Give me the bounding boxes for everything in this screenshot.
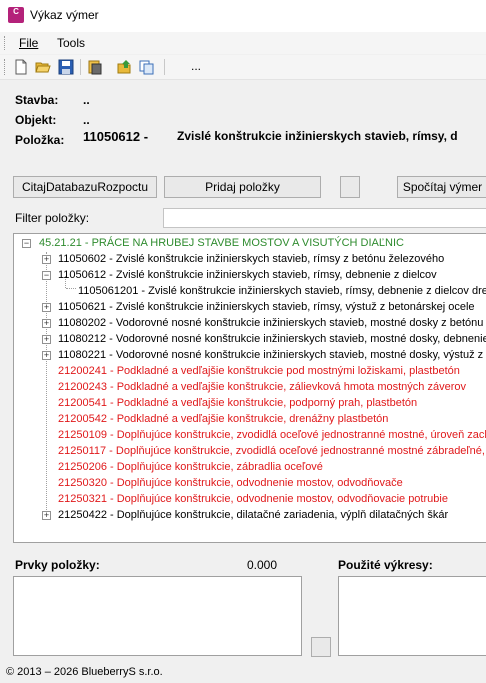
tree-item[interactable]: 21250206 - Doplňujúce konštrukcie, zábra…: [58, 459, 323, 475]
expand-icon[interactable]: +: [42, 303, 51, 312]
open-folder-icon[interactable]: [35, 59, 51, 75]
title-bar: C Výkaz výmer: [0, 0, 486, 32]
expand-icon[interactable]: +: [42, 511, 51, 520]
tree-item[interactable]: 21250320 - Doplňujúce konštrukcie, odvod…: [58, 475, 403, 491]
tree-item[interactable]: 11080212 - Vodorovné nosné konštrukcie i…: [58, 331, 486, 347]
vykresy-list[interactable]: [338, 576, 486, 656]
pridaj-polozky-button[interactable]: Pridaj položky: [164, 176, 321, 198]
polozka-code: 11050612 -: [83, 129, 149, 144]
save-icon[interactable]: [58, 59, 74, 75]
toolbar-separator: [164, 59, 165, 75]
tree-item[interactable]: 21200541 - Podkladné a vedľajšie konštru…: [58, 395, 417, 411]
items-tree[interactable]: − 45.21.21 - PRÁCE NA HRUBEJ STAVBE MOST…: [13, 233, 486, 543]
import-icon[interactable]: [117, 59, 133, 75]
small-button[interactable]: [340, 176, 360, 198]
menu-grip: [4, 36, 7, 50]
polozka-label: Položka:: [15, 133, 65, 147]
copy-icon[interactable]: [139, 59, 155, 75]
menu-bar: File Tools: [0, 32, 486, 54]
tree-item[interactable]: 11080202 - Vodorovné nosné konštrukcie i…: [58, 315, 486, 331]
tree-child-item[interactable]: 1105061201 - Zvislé konštrukcie inžinier…: [78, 283, 486, 299]
expand-icon[interactable]: +: [42, 351, 51, 360]
menu-tools[interactable]: Tools: [57, 36, 85, 50]
window-title: Výkaz výmer: [30, 8, 99, 22]
tree-item[interactable]: 21200241 - Podkladné a vedľajšie konštru…: [58, 363, 460, 379]
collapse-icon[interactable]: −: [22, 239, 31, 248]
tree-item[interactable]: 21200243 - Podkladné a vedľajšie konštru…: [58, 379, 466, 395]
collapse-icon[interactable]: −: [42, 271, 51, 280]
toolbar-separator: [80, 59, 81, 75]
tree-item[interactable]: 21250117 - Doplňujúce konštrukcie, zvodi…: [58, 443, 486, 459]
tree-item[interactable]: 21250109 - Doplňujúce konštrukcie, zvodi…: [58, 427, 486, 443]
expand-icon[interactable]: +: [42, 335, 51, 344]
prvky-list[interactable]: [13, 576, 302, 656]
spocitaj-vymer-button[interactable]: Spočítaj výmer: [397, 176, 486, 198]
app-icon-letter: C: [13, 7, 19, 16]
filter-label: Filter položky:: [15, 211, 90, 225]
expand-icon[interactable]: +: [42, 255, 51, 264]
menu-tools-label: Tools: [57, 36, 86, 50]
citaj-databazu-button[interactable]: CitajDatabazuRozpoctu: [13, 176, 157, 198]
polozka-description: Zvislé konštrukcie inžinierskych stavieb…: [177, 129, 458, 143]
toolbar: ...: [0, 55, 486, 80]
tree-item[interactable]: 11080221 - Vodorovné nosné konštrukcie i…: [58, 347, 486, 363]
menu-file[interactable]: File: [19, 36, 38, 50]
tree-root[interactable]: 45.21.21 - PRÁCE NA HRUBEJ STAVBE MOSTOV…: [39, 235, 404, 251]
stavba-value: ..: [83, 93, 90, 107]
toolbar-grip: [4, 59, 7, 75]
prvky-value: 0.000: [247, 558, 278, 572]
tree-item[interactable]: 21200542 - Podkladné a vedľajšie konštru…: [58, 411, 388, 427]
tree-item[interactable]: 21250321 - Doplňujúce konštrukcie, odvod…: [58, 491, 448, 507]
tree-item[interactable]: 21250422 - Doplňujúce konštrukcie, dilat…: [58, 507, 448, 523]
objekt-value: ..: [83, 113, 90, 127]
new-file-icon[interactable]: [13, 59, 29, 75]
prvky-label: Prvky položky:: [15, 558, 100, 572]
tree-connector: [66, 288, 76, 289]
copyright-text: © 2013 – 2026 BlueberryS s.r.o.: [6, 666, 163, 678]
small-bottom-button[interactable]: [311, 637, 331, 657]
stavba-label: Stavba:: [15, 93, 59, 107]
filter-input[interactable]: [163, 208, 486, 228]
tree-item[interactable]: 11050602 - Zvislé konštrukcie inžiniersk…: [58, 251, 444, 267]
menu-file-label: File: [19, 36, 39, 50]
expand-icon[interactable]: +: [42, 319, 51, 328]
tree-item[interactable]: 11050612 - Zvislé konštrukcie inžiniersk…: [58, 267, 437, 283]
tree-item[interactable]: 11050621 - Zvislé konštrukcie inžiniersk…: [58, 299, 475, 315]
app-icon: C: [8, 7, 24, 23]
toolbar-more-button[interactable]: ...: [191, 59, 201, 73]
export-icon[interactable]: [87, 59, 103, 75]
tree-connector: [46, 252, 47, 520]
vykresy-label: Použité výkresy:: [338, 558, 433, 572]
objekt-label: Objekt:: [15, 113, 57, 127]
